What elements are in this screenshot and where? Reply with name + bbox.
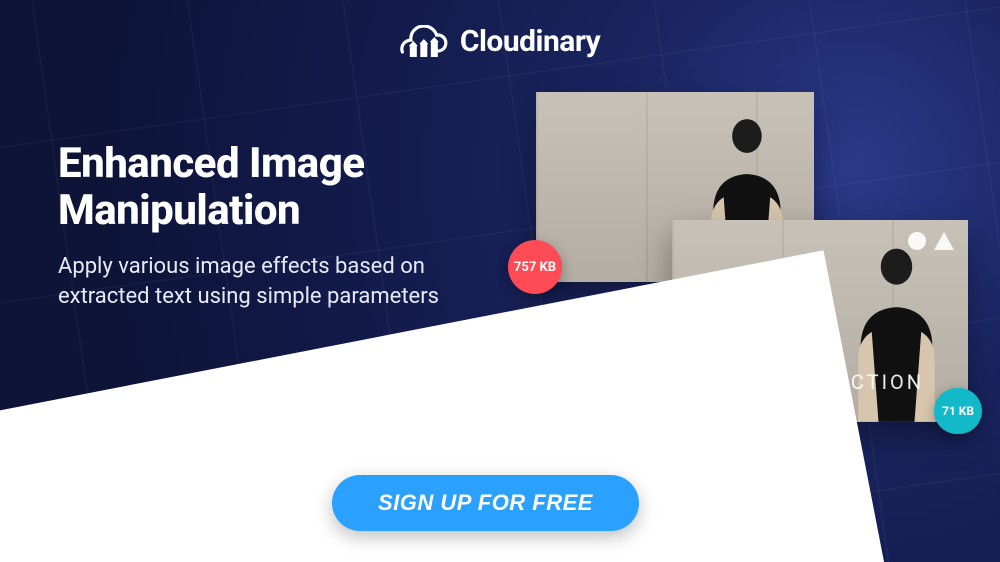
python-logo-icon	[530, 302, 654, 426]
cloudinary-cloud-icon	[400, 25, 448, 59]
triangle-icon	[934, 232, 954, 250]
filesize-badge-processed: 71 KB	[934, 388, 982, 434]
brand-name: Cloudinary	[460, 24, 600, 59]
hero-banner: Cloudinary Enhanced Image Manipulation A…	[0, 0, 1000, 562]
brand-logo: Cloudinary	[400, 24, 600, 59]
hero-copy: Enhanced Image Manipulation Apply variou…	[58, 140, 488, 311]
image-processed: NEW COLLECTION	[672, 220, 968, 422]
filesize-badge-original: 757 KB	[508, 240, 562, 294]
image-overlay-text: NEW COLLECTION	[672, 370, 968, 394]
person-silhouette-icon	[838, 236, 950, 422]
image-card-processed: NEW COLLECTION 71 KB	[672, 220, 968, 422]
overlay-shapes	[908, 232, 954, 250]
circle-icon	[908, 232, 926, 250]
signup-button[interactable]: SIGN UP FOR FREE	[332, 475, 639, 531]
hero-subhead: Apply various image effects based on ext…	[58, 252, 488, 311]
hero-headline: Enhanced Image Manipulation	[58, 140, 488, 234]
